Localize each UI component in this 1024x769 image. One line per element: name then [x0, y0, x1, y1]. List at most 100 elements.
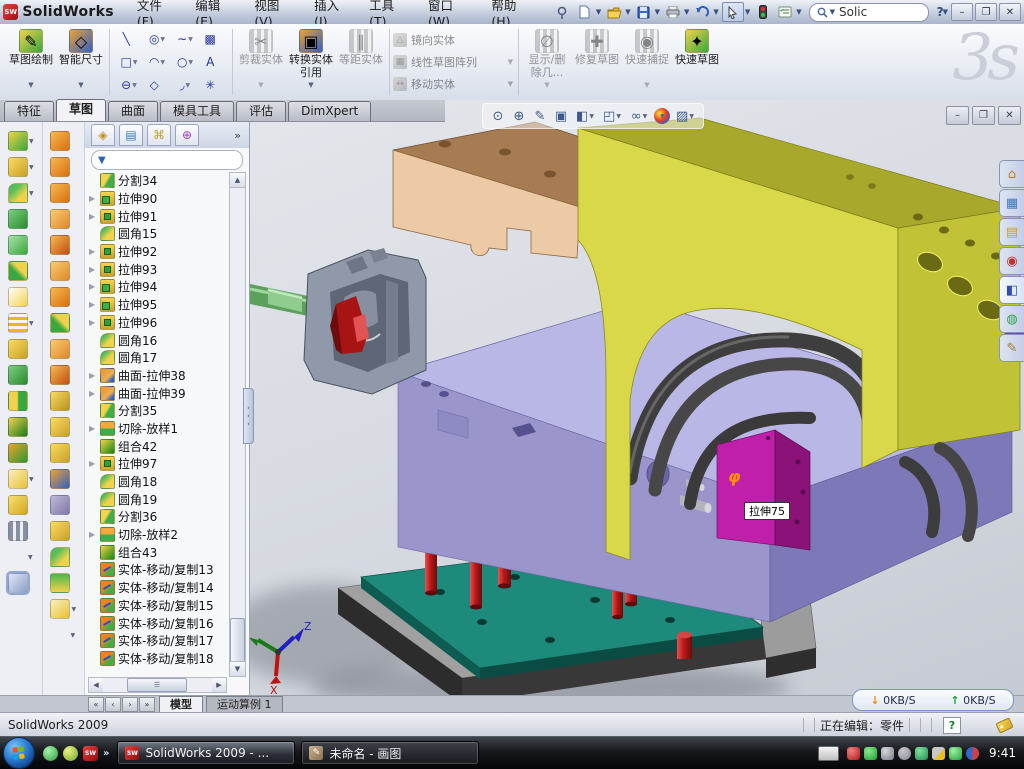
save-icon[interactable]: [634, 3, 654, 21]
feature-tool-icon[interactable]: ▼: [0, 128, 42, 154]
expand-arrow-icon[interactable]: ▶: [89, 212, 97, 221]
undo-dropdown[interactable]: ▼: [713, 8, 718, 16]
expand-arrow-icon[interactable]: ▶: [89, 194, 97, 203]
expand-arrow-icon[interactable]: ▶: [89, 282, 97, 291]
feature-tool-icon[interactable]: ▼: [0, 336, 42, 362]
doc-minimize-button[interactable]: –: [946, 106, 969, 125]
save-dropdown[interactable]: ▼: [655, 8, 660, 16]
messenger-icon[interactable]: [43, 746, 58, 761]
feature-tree-item[interactable]: ▶ 切除-放样2: [87, 526, 227, 544]
expand-arrow-icon[interactable]: ▶: [89, 247, 97, 256]
quicklaunch-overflow-chevron[interactable]: »: [103, 748, 109, 759]
tree-filter-input[interactable]: ▼: [91, 150, 243, 170]
sketch-utility-button[interactable]: ∅ 显示/删除几... ▼: [522, 24, 572, 100]
feature-tree-item[interactable]: ▶ 实体-移动/复制13: [87, 561, 227, 579]
taskbar-window-button[interactable]: ✎ 未命名 - 画图: [301, 741, 479, 765]
ribbon-tab[interactable]: 草图: [56, 99, 106, 121]
sketch-entity-icon[interactable]: ◇▼: [143, 74, 171, 97]
feature-tool-icon[interactable]: ▼: [0, 232, 42, 258]
new-dropdown[interactable]: ▼: [596, 8, 601, 16]
view-tool-icon[interactable]: ▣▼: [552, 107, 570, 125]
pin-icon[interactable]: [553, 3, 573, 21]
feature-tool-icon[interactable]: ▼: [0, 544, 42, 570]
sketch-entity-icon[interactable]: ○▼: [171, 51, 199, 74]
pattern-tool-button[interactable]: ▦ 线性草图阵列 ▼: [393, 51, 515, 73]
taskbar-window-button[interactable]: SW SolidWorks 2009 - ...: [117, 741, 295, 765]
ribbon-tab[interactable]: 评估: [236, 101, 286, 121]
view-tool-icon[interactable]: ✎▼: [531, 107, 549, 125]
feature-tool-icon[interactable]: ▼: [0, 518, 42, 544]
feature-tree-item[interactable]: ▶ 实体-移动/复制15: [87, 597, 227, 615]
top-plate[interactable]: [393, 122, 583, 258]
open-dropdown[interactable]: ▼: [625, 8, 630, 16]
antivirus-tray-icon[interactable]: [847, 747, 860, 760]
scroll-down-arrow[interactable]: ▼: [230, 661, 245, 676]
feature-tree-item[interactable]: ▶ 拉伸92: [87, 243, 227, 261]
task-pane-tab-icon[interactable]: ▦: [999, 189, 1024, 217]
feature-tool-icon[interactable]: ▼: [43, 440, 85, 466]
feature-tool-icon[interactable]: ▼: [43, 388, 85, 414]
feature-tree-item[interactable]: ▶ 圆角15: [87, 225, 227, 243]
feature-tool-icon[interactable]: ▼: [43, 310, 85, 336]
hscroll-thumb[interactable]: ☰: [127, 678, 187, 692]
status-help-button[interactable]: ?: [943, 717, 961, 734]
launcher-orb-icon[interactable]: [63, 746, 78, 761]
feature-tree-item[interactable]: ▶ 拉伸95: [87, 296, 227, 314]
task-pane-tab-icon[interactable]: ▤: [999, 218, 1024, 246]
feature-tree-item[interactable]: ▶ 拉伸94: [87, 278, 227, 296]
ribbon-tab[interactable]: 模具工具: [160, 101, 234, 121]
sketch-utility-button[interactable]: ✚ 修复草图 ▼: [572, 24, 622, 100]
pattern-tool-button[interactable]: △ 镜向实体 ▼: [393, 29, 515, 51]
select-arrow-icon[interactable]: [722, 2, 744, 22]
feature-tool-icon[interactable]: ▼: [0, 206, 42, 232]
feature-tree-item[interactable]: ▶ 分割34: [87, 172, 227, 190]
expand-arrow-icon[interactable]: ▶: [89, 265, 97, 274]
feature-tree-item[interactable]: ▶ 切除-放样1: [87, 420, 227, 438]
task-pane-tab-icon[interactable]: ⌂: [999, 160, 1024, 188]
feature-tree-item[interactable]: ▶ 拉伸96: [87, 314, 227, 332]
scroll-right-arrow[interactable]: ▶: [212, 678, 226, 692]
feature-tool-icon[interactable]: ▼: [0, 440, 42, 466]
feature-tool-icon[interactable]: ▼: [0, 388, 42, 414]
sketch-entity-icon[interactable]: ⊖▼: [115, 74, 143, 97]
tag-icon[interactable]: [995, 717, 1013, 733]
sketch-entity-icon[interactable]: ✳▼: [199, 74, 227, 97]
utility-tray-icon[interactable]: [881, 747, 894, 760]
propertymanager-icon[interactable]: ▤: [119, 124, 143, 146]
feature-tool-icon[interactable]: ▼: [43, 206, 85, 232]
pattern-tool-button[interactable]: ↔ 移动实体 ▼: [393, 73, 515, 95]
view-tool-icon[interactable]: ▼: [654, 108, 670, 124]
options-list-icon[interactable]: [775, 3, 795, 21]
solidworks-quicklaunch-icon[interactable]: SW: [83, 746, 98, 761]
feature-tool-icon[interactable]: ▼: [0, 258, 42, 284]
network-speed-widget[interactable]: ↓ 0KB/S ↑ 0KB/S: [852, 689, 1014, 711]
app-close-button[interactable]: ✕: [999, 3, 1021, 21]
feature-tree-item[interactable]: ▶ 实体-移动/复制14: [87, 579, 227, 597]
feature-tool-icon[interactable]: ▼: [0, 362, 42, 388]
feature-tree-item[interactable]: ▶ 圆角18: [87, 473, 227, 491]
sketch-entity-icon[interactable]: ∼▼: [171, 28, 199, 51]
health-tray-icon[interactable]: [949, 747, 962, 760]
sketch-entity-icon[interactable]: ◠▼: [143, 51, 171, 74]
undo-icon[interactable]: [692, 3, 712, 21]
tab-nav-button[interactable]: »: [139, 697, 155, 712]
feature-tree-item[interactable]: ▶ 拉伸91: [87, 207, 227, 225]
task-pane-tab-icon[interactable]: ✎: [999, 334, 1024, 362]
ribbon-tab[interactable]: DimXpert: [288, 101, 371, 121]
select-dropdown[interactable]: ▼: [745, 8, 750, 16]
feature-tree-item[interactable]: ▶ 圆角17: [87, 349, 227, 367]
feature-tool-icon[interactable]: ▼: [0, 284, 42, 310]
task-pane-tab-icon[interactable]: ◍: [999, 305, 1024, 333]
sync-tray-icon[interactable]: [915, 747, 928, 760]
feature-tree-item[interactable]: ▶ 圆角16: [87, 331, 227, 349]
sketch-entity-icon[interactable]: A▼: [199, 51, 227, 74]
feature-tool-icon[interactable]: ▼: [43, 596, 85, 622]
feature-tree-item[interactable]: ▶ 圆角19: [87, 490, 227, 508]
feature-tree-item[interactable]: ▶ 曲面-拉伸38: [87, 367, 227, 385]
feature-tree-item[interactable]: ▶ 分割35: [87, 402, 227, 420]
feature-tool-icon[interactable]: ▼: [43, 622, 85, 648]
app-restore-button[interactable]: ❐: [975, 3, 997, 21]
feature-tree-item[interactable]: ▶ 实体-移动/复制18: [87, 650, 227, 668]
doc-close-button[interactable]: ✕: [998, 106, 1021, 125]
view-tool-icon[interactable]: ⊕▼: [510, 107, 528, 125]
